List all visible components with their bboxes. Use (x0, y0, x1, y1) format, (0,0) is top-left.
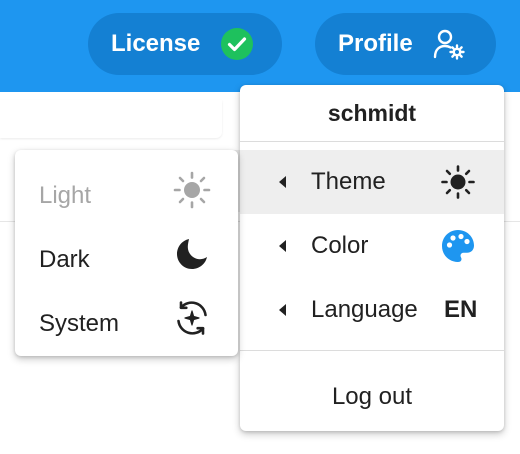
caret-left-icon (279, 240, 286, 252)
theme-option-dark[interactable]: Dark (15, 222, 238, 286)
auto-sync-icon (172, 298, 212, 338)
theme-option-label: System (39, 310, 120, 337)
user-gear-icon (432, 27, 466, 61)
caret-left-icon (279, 304, 286, 316)
menu-item-theme[interactable]: Theme (240, 150, 504, 214)
theme-option-system[interactable]: System (15, 286, 238, 350)
menu-item-color[interactable]: Color (240, 214, 504, 278)
profile-button[interactable]: Profile (315, 13, 496, 75)
theme-option-label: Light (39, 182, 92, 209)
menu-item-label: Color (311, 232, 369, 259)
license-label: License (111, 30, 201, 57)
sun-icon (440, 164, 476, 200)
language-code: EN (444, 296, 478, 323)
theme-submenu: Light Dark System (15, 150, 238, 356)
menu-item-label: Language (311, 296, 418, 323)
menu-divider (240, 350, 504, 351)
theme-option-label: Dark (39, 246, 90, 273)
logout-button[interactable]: Log out (240, 369, 504, 425)
menu-item-label: Theme (311, 168, 386, 195)
check-circle-icon (220, 27, 254, 61)
palette-icon (440, 228, 476, 264)
menu-divider (240, 141, 504, 142)
theme-option-light: Light (15, 158, 238, 222)
username: schmidt (327, 99, 417, 126)
profile-label: Profile (338, 30, 413, 57)
background-panel (0, 100, 222, 138)
profile-menu: schmidt Theme Color Language EN Log out (240, 85, 504, 431)
sun-icon (172, 170, 212, 210)
moon-icon (172, 234, 212, 274)
menu-item-language[interactable]: Language EN (240, 278, 504, 342)
top-app-bar: License Profile (0, 0, 520, 92)
caret-left-icon (279, 176, 286, 188)
license-button[interactable]: License (88, 13, 282, 75)
